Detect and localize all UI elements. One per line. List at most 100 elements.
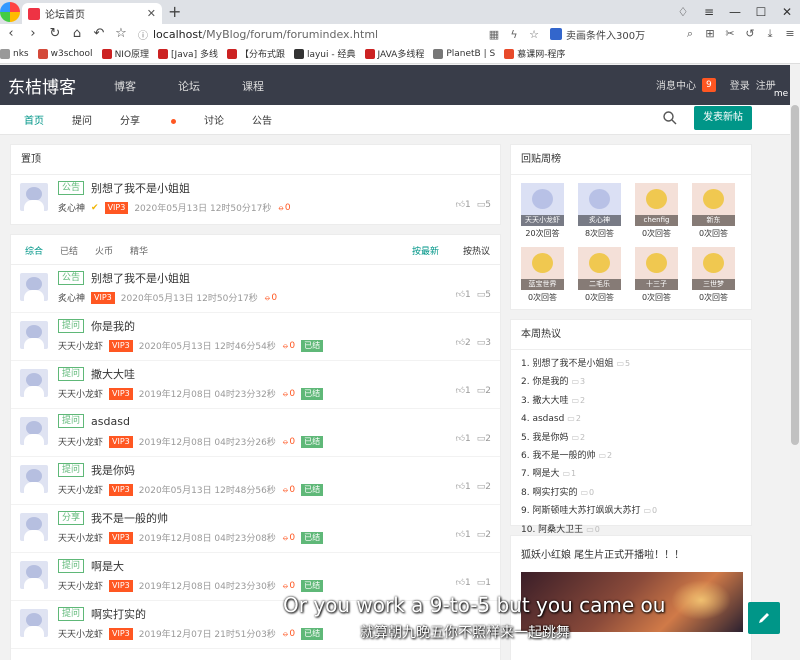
sort-hot[interactable]: 按热议 bbox=[463, 244, 490, 257]
ranking-user[interactable]: 蓝宝世界 0次回答 bbox=[521, 247, 564, 303]
sort-newest[interactable]: 按最新 bbox=[412, 244, 439, 257]
more-icon[interactable]: ≡ bbox=[780, 27, 800, 41]
home-icon[interactable]: ⌂ bbox=[66, 24, 88, 44]
address-bar[interactable]: ⓘ localhost/MyBlog/forum/forumindex.html bbox=[138, 25, 478, 43]
post-title[interactable]: 我不是一般的帅 bbox=[91, 510, 168, 526]
search-icon[interactable] bbox=[662, 109, 678, 127]
site-logo[interactable]: 东桔博客 bbox=[8, 73, 76, 98]
category-tag[interactable]: 提问 bbox=[58, 319, 85, 333]
side-flag[interactable]: me bbox=[772, 86, 790, 102]
avatar[interactable] bbox=[20, 609, 48, 637]
bookmark-item[interactable]: [Java] 多线 bbox=[158, 47, 218, 60]
category-tag[interactable]: 提问 bbox=[58, 463, 85, 477]
nav-course[interactable]: 课程 bbox=[242, 78, 306, 94]
post-author[interactable]: 天天小龙虾 bbox=[58, 579, 103, 592]
post-title[interactable]: asdasd bbox=[91, 415, 130, 428]
avatar[interactable] bbox=[20, 465, 48, 493]
hot-item[interactable]: 7. 啊是大 ▭1 bbox=[521, 465, 751, 483]
ranking-user[interactable]: chenfig 0次回答 bbox=[635, 183, 678, 239]
ranking-user[interactable]: 二毛乐 0次回答 bbox=[578, 247, 621, 303]
avatar[interactable]: 炙心神 bbox=[578, 183, 621, 226]
post-title[interactable]: 我是你妈 bbox=[91, 462, 135, 478]
hot-item[interactable]: 6. 我不是一般的帅 ▭2 bbox=[521, 447, 751, 465]
post-row[interactable]: 提问 我是你妈 天天小龙虾 VIP3 2020年05月13日 12时48分56秒 ⦵0 已结… bbox=[11, 457, 500, 505]
category-tag[interactable]: 公告 bbox=[58, 271, 85, 285]
back-icon[interactable]: ‹ bbox=[0, 24, 22, 44]
avatar[interactable] bbox=[20, 513, 48, 541]
bookmark-item[interactable]: PlanetB | S bbox=[433, 48, 495, 59]
nav-blog[interactable]: 博客 bbox=[114, 78, 178, 94]
new-post-button[interactable]: 发表新帖 bbox=[694, 106, 752, 130]
search-icon[interactable]: ⌕ bbox=[680, 27, 700, 41]
tab-discuss[interactable]: 讨论 bbox=[204, 112, 224, 127]
hot-item[interactable]: 2. 你是我的 ▭3 bbox=[521, 373, 751, 391]
minimize-icon[interactable]: — bbox=[722, 0, 748, 24]
lightning-icon[interactable]: ϟ bbox=[504, 28, 524, 41]
filter-all[interactable]: 综合 bbox=[25, 244, 43, 257]
post-title[interactable]: 别想了我不是小姐姐 bbox=[91, 180, 190, 196]
reload-icon[interactable]: ↻ bbox=[44, 24, 66, 44]
bookmark-item[interactable]: 慕课网-程序 bbox=[504, 47, 565, 60]
menu-icon[interactable]: ≡ bbox=[696, 0, 722, 24]
tab-share[interactable]: 分享 bbox=[120, 112, 176, 127]
close-window-icon[interactable]: ✕ bbox=[774, 0, 800, 24]
avatar[interactable] bbox=[20, 369, 48, 397]
post-title[interactable]: 别想了我不是小姐姐 bbox=[91, 270, 190, 286]
post-author[interactable]: 炙心神 bbox=[58, 201, 85, 214]
avatar[interactable] bbox=[20, 321, 48, 349]
edit-float-button[interactable] bbox=[748, 602, 780, 634]
category-tag[interactable]: 分享 bbox=[58, 511, 85, 525]
apps-icon[interactable]: ⊞ bbox=[700, 27, 720, 41]
pinned-post[interactable]: 公告 别想了我不是小姐姐 炙心神 ✔ VIP3 2020年05月13日 12时5… bbox=[11, 175, 500, 223]
ranking-user[interactable]: 天天小龙虾 20次回答 bbox=[521, 183, 564, 239]
avatar[interactable]: 新东 bbox=[692, 183, 735, 226]
post-row[interactable]: 公告 别想了我不是小姐姐 炙心神 VIP3 2020年05月13日 12时50分17秒 ⦵… bbox=[11, 265, 500, 313]
category-tag[interactable]: 公告 bbox=[58, 181, 85, 195]
ranking-user[interactable]: 三世梦 0次回答 bbox=[692, 247, 735, 303]
shirt-icon[interactable]: ♢ bbox=[670, 0, 696, 24]
avatar[interactable]: 三世梦 bbox=[692, 247, 735, 290]
post-author[interactable]: 天天小龙虾 bbox=[58, 339, 103, 352]
tab-home[interactable]: 首页 bbox=[24, 112, 44, 127]
category-tag[interactable]: 提问 bbox=[58, 414, 85, 428]
post-row[interactable]: 提问 你是我的 天天小龙虾 VIP3 2020年05月13日 12时46分54秒 ⦵0 已结… bbox=[11, 313, 500, 361]
post-row[interactable]: 分享 我不是一般的帅 天天小龙虾 VIP3 2019年12月08日 04时23分08秒 ⦵… bbox=[11, 505, 500, 553]
nav-forum[interactable]: 论坛 bbox=[178, 78, 242, 94]
ranking-user[interactable]: 炙心神 8次回答 bbox=[578, 183, 621, 239]
ad-title[interactable]: 狐妖小红娘 尾生片正式开播啦！！！ bbox=[511, 536, 751, 561]
filter-coin[interactable]: 火币 bbox=[95, 244, 113, 257]
category-tag[interactable]: 提问 bbox=[58, 559, 85, 573]
post-title[interactable]: 啊是大 bbox=[91, 558, 124, 574]
hot-item[interactable]: 9. 阿斯顿哇大苏打飒飒大苏打 ▭0 bbox=[521, 502, 751, 520]
hot-item[interactable]: 5. 我是你妈 ▭2 bbox=[521, 429, 751, 447]
filter-closed[interactable]: 已结 bbox=[60, 244, 78, 257]
ranking-user[interactable]: 新东 0次回答 bbox=[692, 183, 735, 239]
post-title[interactable]: 你是我的 bbox=[91, 318, 135, 334]
login-link[interactable]: 登录 bbox=[730, 77, 750, 92]
avatar[interactable] bbox=[20, 183, 48, 211]
avatar[interactable] bbox=[20, 561, 48, 589]
hot-item[interactable]: 4. asdasd ▭2 bbox=[521, 410, 751, 428]
bookmark-item[interactable]: JAVA多线程 bbox=[364, 47, 424, 60]
tab-notice[interactable]: 公告 bbox=[252, 112, 272, 127]
star-icon[interactable]: ☆ bbox=[110, 24, 132, 44]
new-tab-icon[interactable]: + bbox=[168, 2, 181, 21]
bookmark-item[interactable]: NIO原理 bbox=[101, 47, 149, 60]
tab-question[interactable]: 提问 bbox=[72, 112, 92, 127]
security-icon[interactable]: ⓘ bbox=[138, 27, 148, 42]
page-scrollbar[interactable] bbox=[790, 65, 800, 660]
avatar[interactable]: chenfig bbox=[635, 183, 678, 226]
avatar[interactable] bbox=[20, 273, 48, 301]
close-tab-icon[interactable]: ✕ bbox=[147, 7, 156, 20]
maximize-icon[interactable]: ☐ bbox=[748, 0, 774, 24]
post-row[interactable]: 提问 asdasd 天天小龙虾 VIP3 2019年12月08日 04时23分26秒 ⦵0… bbox=[11, 409, 500, 457]
bookmark-star-icon[interactable]: ☆ bbox=[524, 28, 544, 41]
browser-logo-icon[interactable] bbox=[0, 2, 20, 22]
post-author[interactable]: 天天小龙虾 bbox=[58, 387, 103, 400]
browser-tab[interactable]: 论坛首页 ✕ bbox=[22, 3, 162, 24]
bookmark-item[interactable]: 【分布式跟 bbox=[226, 47, 285, 60]
post-author[interactable]: 炙心神 bbox=[58, 291, 85, 304]
search-box[interactable]: 卖画条件入300万 bbox=[550, 25, 670, 43]
post-author[interactable]: 天天小龙虾 bbox=[58, 531, 103, 544]
ranking-user[interactable]: 十三子 0次回答 bbox=[635, 247, 678, 303]
